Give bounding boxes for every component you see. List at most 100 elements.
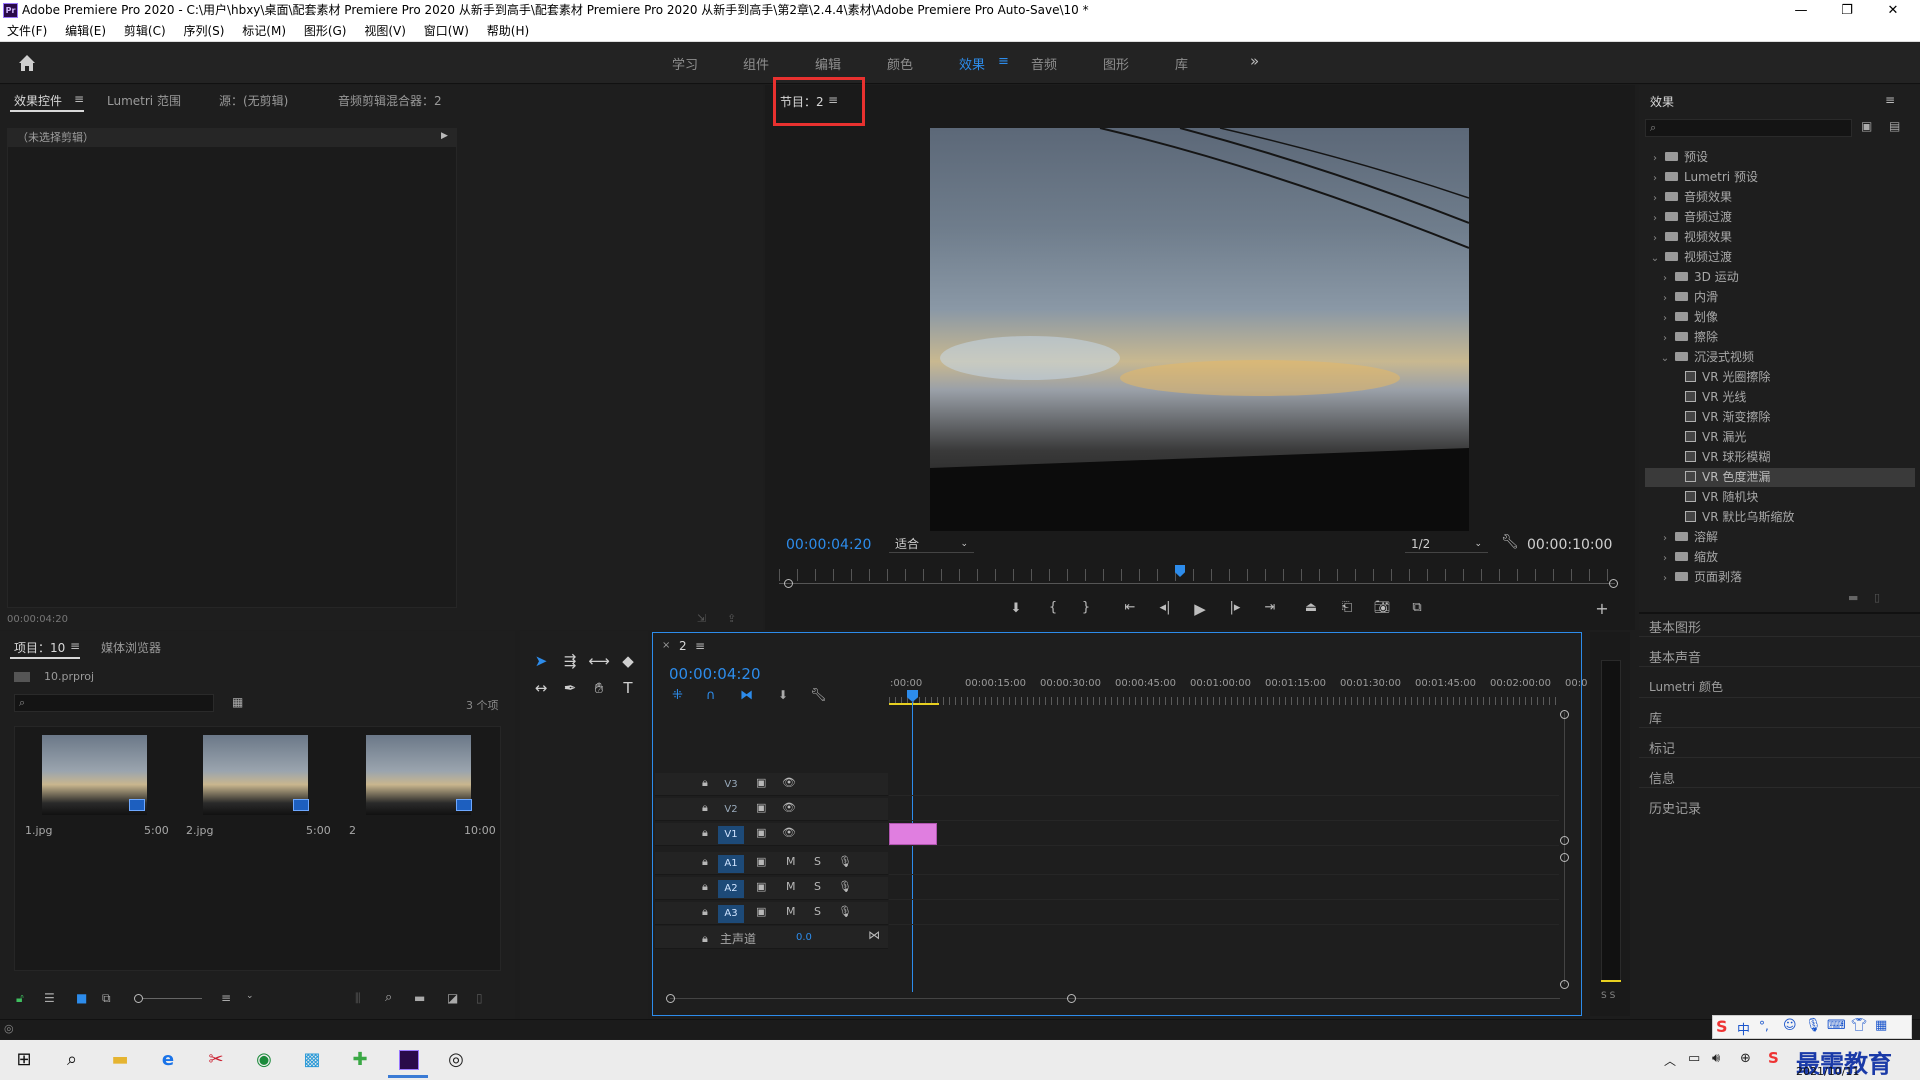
effects-search-input[interactable]: ⌕ [1645, 119, 1852, 137]
chevron-right-icon[interactable]: › [1649, 189, 1661, 208]
eye-icon[interactable]: 👁︎ [782, 776, 796, 789]
mark-out-icon[interactable]: } [1075, 600, 1097, 615]
razor-tool-icon[interactable]: ◆ [617, 650, 639, 672]
audio-track-label[interactable]: A3 [718, 905, 744, 923]
eye-icon[interactable]: 👁︎ [782, 801, 796, 814]
fit-dropdown[interactable]: 适合 ⌄ [889, 535, 974, 553]
nest-toggle-icon[interactable]: ⁜ [672, 688, 683, 703]
workspace-learn[interactable]: 学习 [672, 54, 698, 73]
vscroll-handle-bottom[interactable] [1560, 980, 1569, 989]
chevron-right-icon[interactable]: › [1659, 529, 1671, 548]
section-essential-sound[interactable]: 基本声音 [1649, 647, 1701, 666]
audio-track-row[interactable] [889, 902, 1559, 925]
ime-emoji-icon[interactable]: ☺ [1783, 1018, 1797, 1033]
chevron-right-icon[interactable]: › [1659, 329, 1671, 348]
sogou-tray-icon[interactable]: S [1768, 1049, 1779, 1067]
microphone-icon[interactable]: 🎙︎ [838, 880, 852, 893]
extract-icon[interactable]: ⎗ [1336, 600, 1358, 615]
compare-view-icon[interactable]: ⧉ [1406, 600, 1428, 615]
chevron-right-icon[interactable]: › [1649, 209, 1661, 228]
menu-clip[interactable]: 剪辑(C) [117, 21, 173, 42]
ime-tray-icon[interactable]: ⊕ [1740, 1051, 1751, 1066]
mute-button[interactable]: M [786, 855, 796, 868]
wrench-icon[interactable]: 🔧︎ [1501, 534, 1519, 550]
menu-markers[interactable]: 标记(M) [235, 21, 293, 42]
effects-tree-item[interactable]: › Lumetri 预设 [1645, 168, 1915, 187]
timeline-settings-wrench-icon[interactable]: 🔧︎ [810, 688, 827, 703]
chevron-down-icon[interactable]: ⌄ [1659, 349, 1671, 368]
tab-menu-icon[interactable]: ≡ [74, 92, 84, 106]
sequence-menu-icon[interactable]: ≡ [695, 639, 705, 653]
tab-effect-controls[interactable]: 效果控件 [14, 92, 62, 109]
volume-icon[interactable]: 🔊︎ [1712, 1051, 1720, 1066]
tab-media-browser[interactable]: 媒体浏览器 [101, 639, 161, 656]
program-scrubber[interactable] [779, 569, 1615, 581]
lock-icon[interactable]: 🔒︎ [702, 905, 708, 919]
lock-icon[interactable]: 🔒︎ [702, 801, 708, 815]
project-item-name[interactable]: 2.jpg [186, 824, 214, 837]
delete-icon[interactable]: ▯ [1874, 591, 1880, 604]
resolution-dropdown[interactable]: 1/2 ⌄ [1405, 535, 1488, 553]
media-app-icon[interactable]: ◎ [436, 1045, 476, 1075]
button-editor-plus-icon[interactable]: + [1591, 599, 1613, 618]
menu-edit[interactable]: 编辑(E) [58, 21, 113, 42]
new-bin-icon[interactable]: ▬ [414, 991, 425, 1005]
app-green-plus-icon[interactable]: ✚ [340, 1045, 380, 1075]
mute-button[interactable]: M [786, 880, 796, 893]
tab-sequence[interactable]: 2 [679, 639, 687, 653]
ime-voice-icon[interactable]: 🎙︎ [1805, 1018, 1822, 1033]
microphone-icon[interactable]: 🎙︎ [838, 855, 852, 868]
play-icon[interactable]: ▶ [1189, 600, 1211, 618]
step-back-icon[interactable]: ◂| [1154, 600, 1176, 615]
effects-tree-item[interactable]: › 页面剥落 [1645, 568, 1915, 587]
workspace-libraries[interactable]: 库 [1175, 54, 1188, 73]
effects-tree-item[interactable]: VR 随机块 [1645, 488, 1915, 507]
solo-button[interactable]: S [814, 880, 821, 893]
microphone-icon[interactable]: 🎙︎ [838, 905, 852, 918]
effects-tree-item[interactable]: › 内滑 [1645, 288, 1915, 307]
add-marker-icon[interactable]: ⬇︎ [1005, 601, 1027, 616]
lock-icon[interactable]: 🔒︎ [702, 776, 708, 790]
solo-button[interactable]: S [814, 855, 821, 868]
ime-skin-icon[interactable]: 👕︎ [1851, 1018, 1868, 1033]
project-search-input[interactable]: ⌕ [14, 694, 214, 712]
timeline-horizontal-scrollbar[interactable] [670, 998, 1560, 999]
find-icon[interactable]: ⌕ [385, 990, 392, 1005]
expand-arrow-icon[interactable]: ▶ [441, 131, 448, 141]
clear-icon[interactable]: ▯ [476, 991, 483, 1005]
effects-tree-item[interactable]: VR 色度泄漏 [1645, 468, 1915, 487]
close-window-button[interactable]: ✕ [1870, 0, 1916, 21]
project-menu-icon[interactable]: ≡ [70, 639, 80, 653]
mute-button[interactable]: M [786, 905, 796, 918]
premiere-taskbar-button[interactable] [388, 1045, 428, 1078]
tab-audio-clip-mixer[interactable]: 音频剪辑混合器：2 [338, 92, 442, 109]
effects-panel-title[interactable]: 效果 [1650, 93, 1674, 110]
icon-view-icon[interactable]: ■ [76, 991, 87, 1005]
file-explorer-icon[interactable]: ▬ [100, 1045, 140, 1075]
eye-icon[interactable]: 👁︎ [782, 826, 796, 839]
video-track-row[interactable] [889, 798, 1559, 821]
photos-app-icon[interactable]: ▩ [292, 1045, 332, 1075]
film-sync-icon[interactable]: ▣ [756, 905, 766, 918]
slip-tool-icon[interactable]: ↔ [530, 677, 552, 699]
video-track-label[interactable]: V1 [718, 826, 744, 844]
effects-tree-item[interactable]: › 3D 运动 [1645, 268, 1915, 287]
ime-language-label[interactable]: 中 [1737, 1019, 1750, 1038]
lift-icon[interactable]: ⏏︎ [1300, 600, 1322, 615]
ime-toolbox-icon[interactable]: ▦ [1875, 1018, 1887, 1033]
vscroll-handle-mid[interactable] [1560, 836, 1569, 845]
effects-menu-icon[interactable]: ≡ [1885, 93, 1895, 107]
program-current-timecode[interactable]: 00:00:04:20 [786, 537, 871, 553]
new-custom-bin-icon[interactable]: ▣ [1861, 119, 1872, 133]
audio-track-label[interactable]: A2 [718, 880, 744, 898]
chevron-right-icon[interactable]: › [1649, 149, 1661, 168]
solo-button[interactable]: S [814, 905, 821, 918]
zoom-handle-left[interactable] [784, 579, 793, 588]
chevron-right-icon[interactable]: › [1659, 269, 1671, 288]
effects-tree-item[interactable]: › 音频过渡 [1645, 208, 1915, 227]
effects-tree-item[interactable]: › 音频效果 [1645, 188, 1915, 207]
chevron-down-icon[interactable]: ⌄ [1649, 249, 1661, 268]
lock-icon[interactable]: 🔒︎ [702, 932, 708, 946]
chevron-right-icon[interactable]: › [1659, 289, 1671, 308]
video-track-label[interactable]: V2 [718, 801, 744, 819]
